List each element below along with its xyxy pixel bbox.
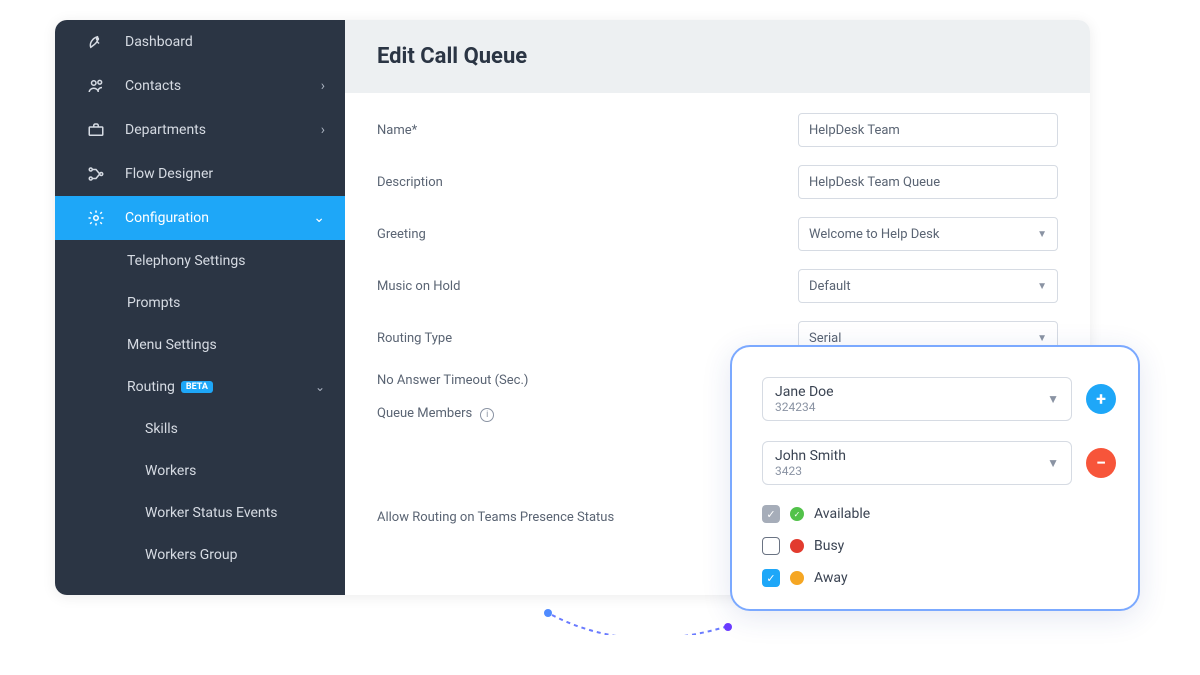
sidebar-sub-menu-settings[interactable]: Menu Settings xyxy=(55,324,345,366)
rocket-icon xyxy=(87,33,105,51)
sidebar-item-label: Contacts xyxy=(125,78,181,94)
caret-down-icon: ▼ xyxy=(1037,333,1047,344)
caret-down-icon: ▼ xyxy=(1047,456,1059,470)
status-label: Busy xyxy=(814,538,844,554)
status-row-busy: Busy xyxy=(762,537,1116,555)
member-row: Jane Doe 324234 ▼ + xyxy=(762,377,1116,421)
sidebar-sub-label: Skills xyxy=(145,421,178,437)
beta-badge: BETA xyxy=(181,381,213,393)
checkbox-away[interactable]: ✓ xyxy=(762,569,780,587)
connector-decoration xyxy=(540,605,740,635)
status-dot-busy-icon xyxy=(790,539,804,553)
add-member-button[interactable]: + xyxy=(1086,384,1116,414)
page-header: Edit Call Queue xyxy=(345,20,1090,93)
label-routing-type: Routing Type xyxy=(377,331,597,346)
select-value: Default xyxy=(809,279,851,294)
queue-members-panel: Jane Doe 324234 ▼ + John Smith 3423 ▼ − … xyxy=(730,345,1140,611)
checkbox-available[interactable]: ✓ xyxy=(762,505,780,523)
member-select-john[interactable]: John Smith 3423 ▼ xyxy=(762,441,1072,485)
sidebar: Dashboard Contacts › Departments › Flow … xyxy=(55,20,345,595)
label-presence-routing: Allow Routing on Teams Presence Status xyxy=(377,510,614,525)
remove-member-button[interactable]: − xyxy=(1086,448,1116,478)
member-name: Jane Doe xyxy=(775,384,1059,400)
member-name: John Smith xyxy=(775,448,1059,464)
caret-down-icon: ▼ xyxy=(1047,392,1059,406)
status-label: Away xyxy=(814,570,848,586)
label-queue-members: Queue Membersi xyxy=(377,406,597,422)
select-value: Serial xyxy=(809,331,841,346)
page-title: Edit Call Queue xyxy=(377,44,1058,69)
chevron-down-icon: ⌄ xyxy=(315,380,325,394)
label-greeting: Greeting xyxy=(377,227,597,242)
sidebar-sub-worker-status-events[interactable]: Worker Status Events xyxy=(55,492,345,534)
caret-down-icon: ▼ xyxy=(1037,281,1047,292)
member-id: 3423 xyxy=(775,464,1059,478)
sidebar-item-label: Flow Designer xyxy=(125,166,213,182)
input-description[interactable]: HelpDesk Team Queue xyxy=(798,165,1058,199)
row-music-on-hold: Music on Hold Default ▼ xyxy=(377,269,1058,303)
sidebar-sub-label: Routing xyxy=(127,379,175,395)
caret-down-icon: ▼ xyxy=(1037,229,1047,240)
member-select-jane[interactable]: Jane Doe 324234 ▼ xyxy=(762,377,1072,421)
input-name[interactable]: HelpDesk Team xyxy=(798,113,1058,147)
chevron-down-icon: ⌄ xyxy=(313,210,325,226)
check-icon: ✓ xyxy=(766,572,775,585)
select-value: Welcome to Help Desk xyxy=(809,227,939,242)
sidebar-sub-routing[interactable]: Routing BETA ⌄ xyxy=(55,366,345,408)
sidebar-item-departments[interactable]: Departments › xyxy=(55,108,345,152)
briefcase-icon xyxy=(87,121,105,139)
sidebar-sub-label: Telephony Settings xyxy=(127,253,245,269)
select-music-on-hold[interactable]: Default ▼ xyxy=(798,269,1058,303)
status-label: Available xyxy=(814,506,870,522)
sidebar-sub-label: Workers xyxy=(145,463,196,479)
member-id: 324234 xyxy=(775,400,1059,414)
check-icon: ✓ xyxy=(766,508,775,521)
sidebar-sub-label: Worker Status Events xyxy=(145,505,277,521)
info-icon[interactable]: i xyxy=(480,408,494,422)
row-greeting: Greeting Welcome to Help Desk ▼ xyxy=(377,217,1058,251)
sidebar-item-label: Configuration xyxy=(125,210,209,226)
sidebar-item-label: Departments xyxy=(125,122,206,138)
member-row: John Smith 3423 ▼ − xyxy=(762,441,1116,485)
row-name: Name* HelpDesk Team xyxy=(377,113,1058,147)
sidebar-sub-workers[interactable]: Workers xyxy=(55,450,345,492)
users-icon xyxy=(87,77,105,95)
chevron-right-icon: › xyxy=(321,122,325,138)
label-no-answer-timeout: No Answer Timeout (Sec.) xyxy=(377,373,597,388)
sidebar-item-dashboard[interactable]: Dashboard xyxy=(55,20,345,64)
checkbox-busy[interactable] xyxy=(762,537,780,555)
label-name: Name* xyxy=(377,123,597,138)
sidebar-sub-workers-group[interactable]: Workers Group xyxy=(55,534,345,576)
sidebar-sub-label: Prompts xyxy=(127,295,180,311)
label-description: Description xyxy=(377,175,597,190)
chevron-right-icon: › xyxy=(321,78,325,94)
sidebar-sub-prompts[interactable]: Prompts xyxy=(55,282,345,324)
sidebar-item-label: Dashboard xyxy=(125,34,193,50)
flow-icon xyxy=(87,165,105,183)
sidebar-sub-telephony-settings[interactable]: Telephony Settings xyxy=(55,240,345,282)
sidebar-sub-label: Workers Group xyxy=(145,547,237,563)
label-music-on-hold: Music on Hold xyxy=(377,279,597,294)
status-row-available: ✓ ✓ Available xyxy=(762,505,1116,523)
status-dot-away-icon xyxy=(790,571,804,585)
sidebar-sub-label: Menu Settings xyxy=(127,337,217,353)
sidebar-item-flow-designer[interactable]: Flow Designer xyxy=(55,152,345,196)
gear-icon xyxy=(87,209,105,227)
select-greeting[interactable]: Welcome to Help Desk ▼ xyxy=(798,217,1058,251)
sidebar-item-configuration[interactable]: Configuration ⌄ xyxy=(55,196,345,240)
sidebar-sub-skills[interactable]: Skills xyxy=(55,408,345,450)
sidebar-item-contacts[interactable]: Contacts › xyxy=(55,64,345,108)
row-description: Description HelpDesk Team Queue xyxy=(377,165,1058,199)
status-row-away: ✓ Away xyxy=(762,569,1116,587)
status-dot-available-icon: ✓ xyxy=(790,507,804,521)
